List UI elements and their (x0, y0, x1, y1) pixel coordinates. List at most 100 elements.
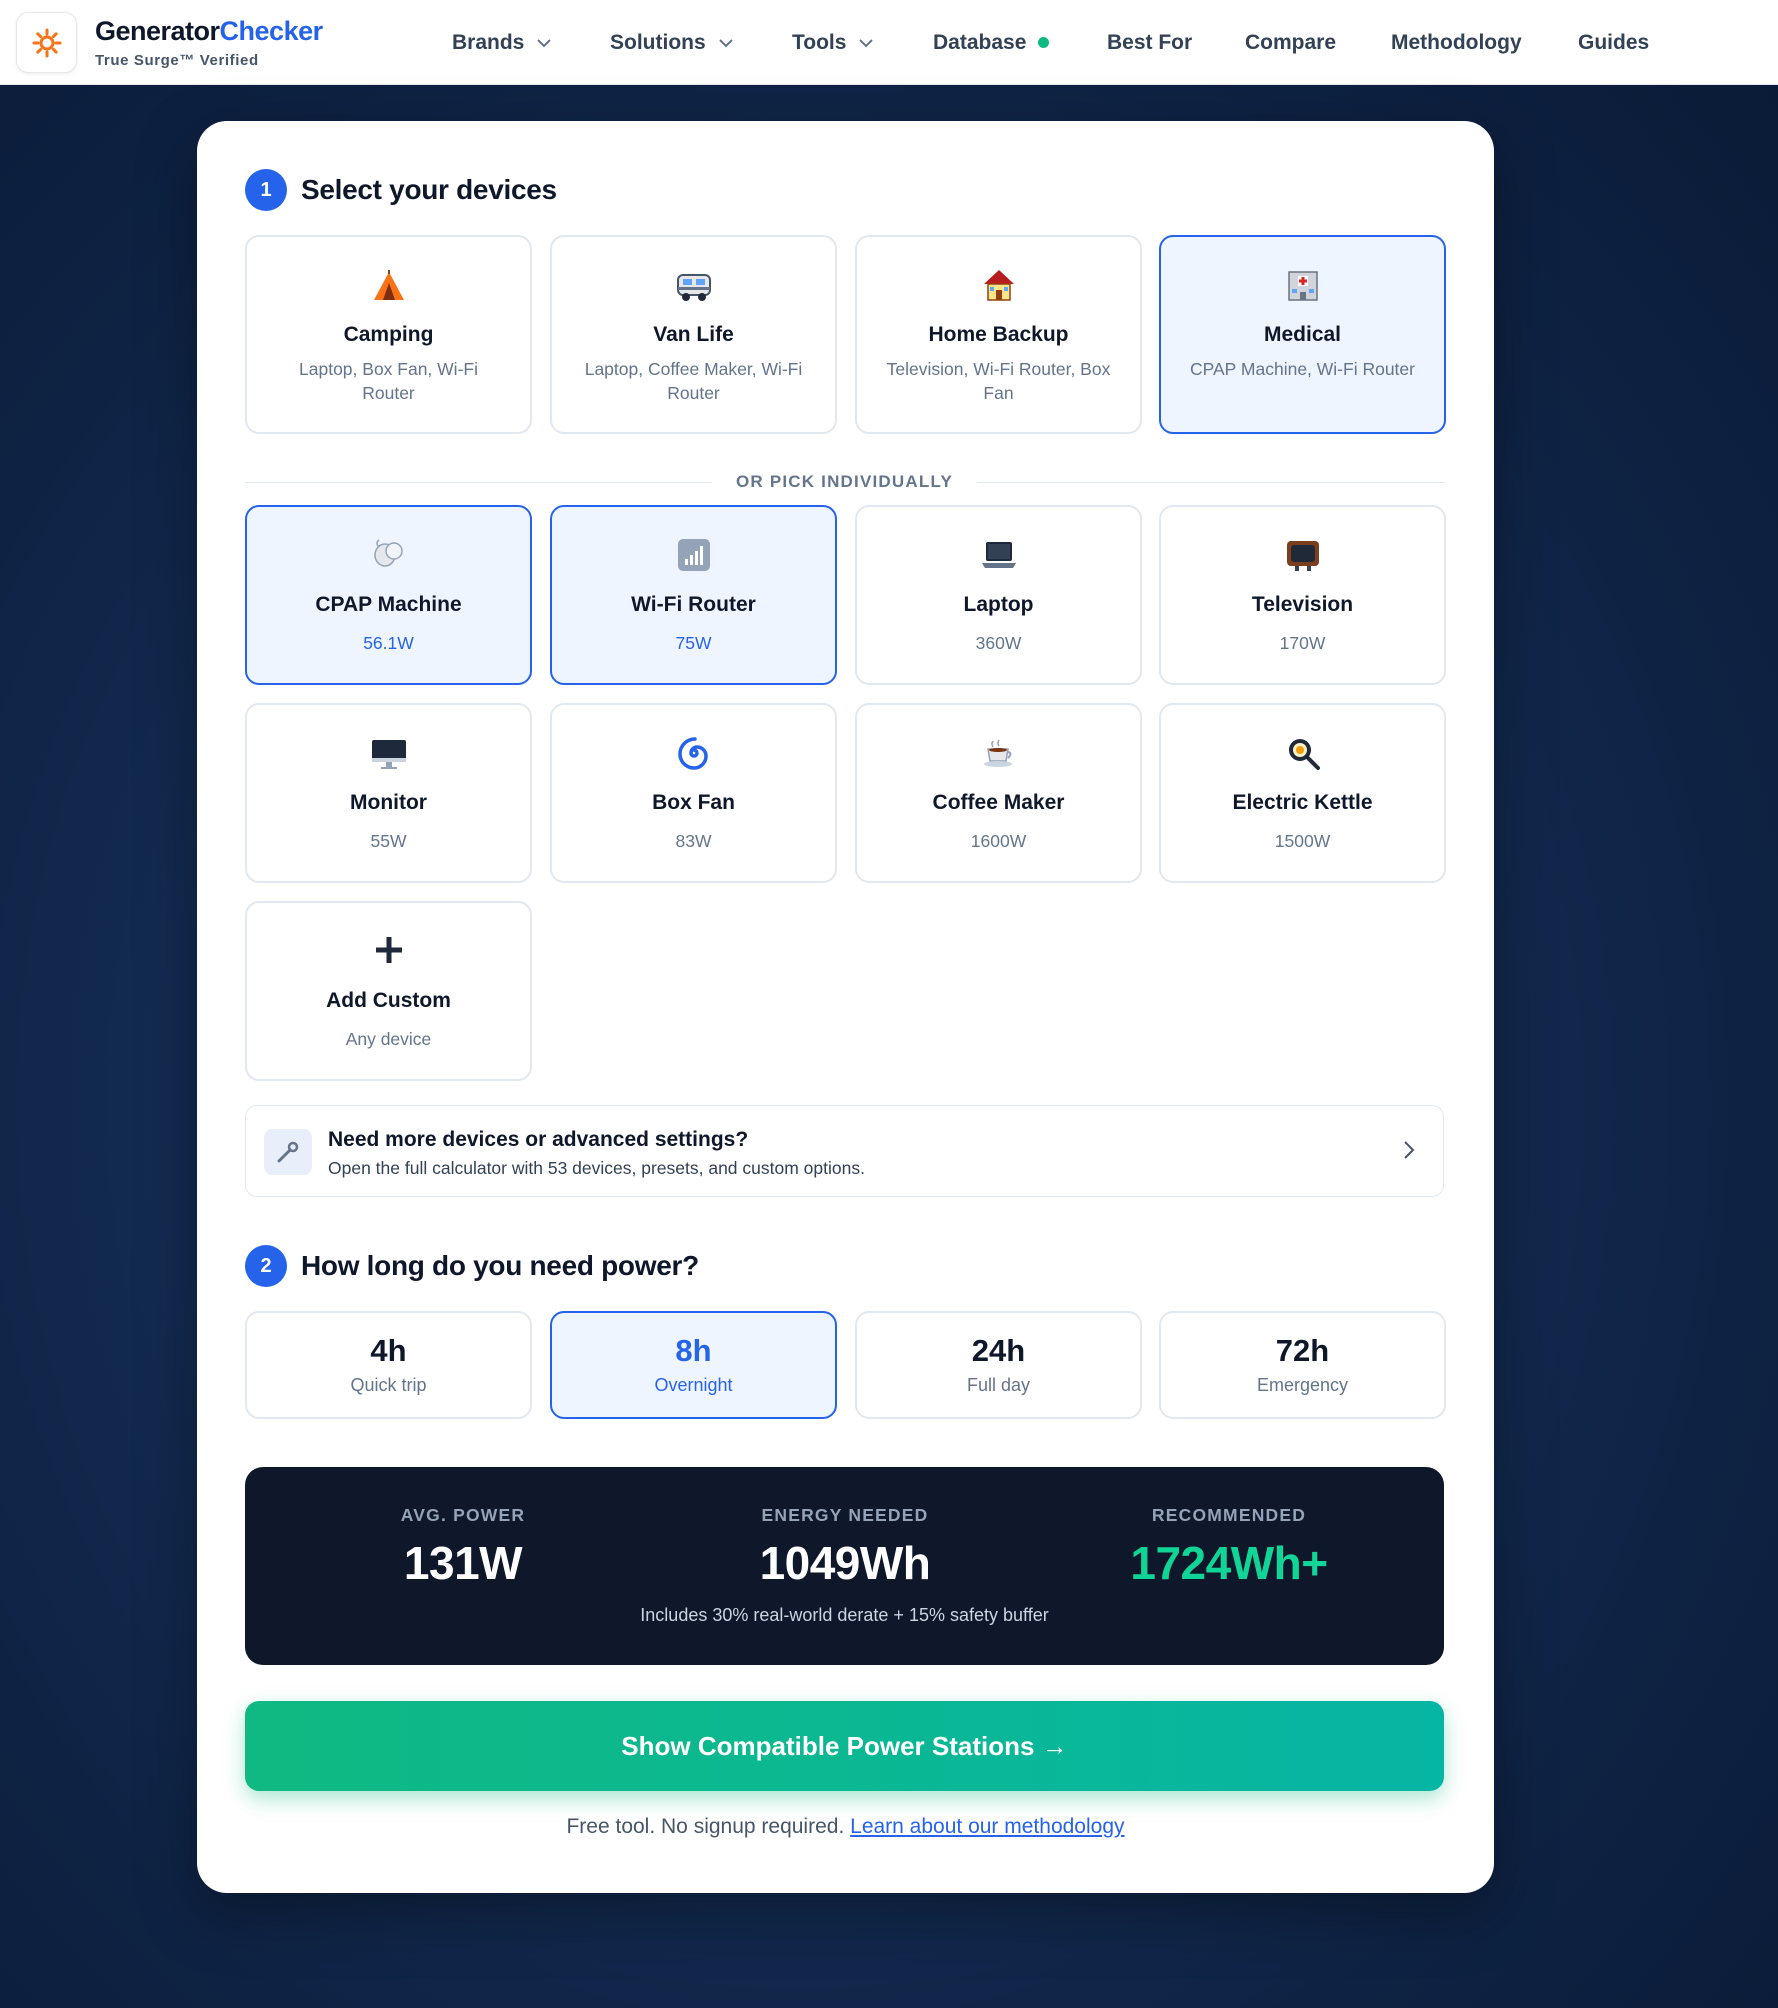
advanced-link-subtitle: Open the full calculator with 53 devices… (328, 1158, 865, 1178)
device-wifi-router[interactable]: Wi-Fi Router 75W (550, 505, 837, 685)
duration-label: Emergency (1256, 1375, 1349, 1395)
preset-devices: CPAP Machine, Wi-Fi Router (1190, 359, 1415, 379)
nav-tools[interactable]: Tools (792, 0, 874, 85)
device-cpap-machine[interactable]: CPAP Machine 56.1W (245, 505, 532, 685)
brand-name-part1: Generator (95, 16, 220, 46)
avg-power-value: 131W (403, 1537, 523, 1589)
device-name: Television (1251, 593, 1354, 616)
tent-icon (247, 269, 530, 303)
device-laptop[interactable]: Laptop 360W (855, 505, 1142, 685)
nav-tools-label: Tools (792, 30, 847, 54)
step-number-badge: 2 (245, 1245, 287, 1287)
device-subtitle: Any device (345, 1029, 432, 1049)
nav-database[interactable]: Database (933, 0, 1050, 85)
device-name: CPAP Machine (315, 593, 462, 616)
brand-name: GeneratorChecker (95, 14, 323, 48)
step2-header: 2 How long do you need power? (245, 1245, 699, 1287)
preset-devices: Laptop, Box Fan, Wi-Fi Router (299, 359, 478, 403)
house-icon (857, 267, 1140, 303)
van-icon (552, 271, 835, 303)
device-name: Add Custom (326, 989, 451, 1012)
duration-label: Quick trip (350, 1375, 427, 1395)
recommended-stat: RECOMMENDED 1724Wh+ (1049, 1505, 1409, 1590)
nav-guides[interactable]: Guides (1578, 0, 1649, 85)
results-panel: AVG. POWER 131W ENERGY NEEDED 1049Wh REC… (245, 1467, 1444, 1665)
step2-title: How long do you need power? (301, 1250, 699, 1281)
step1-title: Select your devices (301, 174, 557, 205)
device-watts: 75W (675, 633, 712, 653)
cpap-icon (247, 537, 530, 571)
footer-note: Free tool. No signup required. Learn abo… (197, 1815, 1494, 1839)
fan-icon (552, 735, 835, 771)
top-nav-bar: GeneratorChecker True Surge™ Verified Br… (0, 0, 1778, 85)
add-custom-device-button[interactable]: Add Custom Any device (245, 901, 532, 1081)
energy-needed-value: 1049Wh (759, 1537, 931, 1589)
plus-icon (247, 935, 530, 965)
device-name: Box Fan (652, 791, 735, 814)
device-television[interactable]: Television 170W (1159, 505, 1446, 685)
nav-solutions[interactable]: Solutions (610, 0, 734, 85)
wrench-icon (264, 1129, 312, 1175)
brand[interactable]: GeneratorChecker True Surge™ Verified (95, 14, 323, 69)
device-watts: 170W (1279, 633, 1326, 653)
device-coffee-maker[interactable]: Coffee Maker 1600W (855, 703, 1142, 883)
preset-camping[interactable]: Camping Laptop, Box Fan, Wi-Fi Router (245, 235, 532, 434)
preset-van-life[interactable]: Van Life Laptop, Coffee Maker, Wi-Fi Rou… (550, 235, 837, 434)
recommended-value: 1724Wh+ (1130, 1537, 1328, 1589)
avg-power-label: AVG. POWER (400, 1505, 526, 1525)
chevron-down-icon (858, 38, 874, 48)
chevron-right-icon (1403, 1140, 1415, 1165)
status-dot (1038, 37, 1050, 48)
device-name: Monitor (350, 791, 427, 814)
methodology-link[interactable]: Learn about our methodology (850, 1815, 1124, 1838)
device-watts: 83W (675, 831, 712, 851)
duration-value: 24h (971, 1333, 1026, 1368)
nav-guides-label: Guides (1578, 30, 1650, 54)
chevron-down-icon (536, 38, 552, 48)
nav-brands[interactable]: Brands (452, 0, 552, 85)
television-icon (1161, 537, 1444, 573)
device-watts: 55W (370, 831, 407, 851)
preset-medical[interactable]: Medical CPAP Machine, Wi-Fi Router (1159, 235, 1446, 434)
duration-24h[interactable]: 24h Full day (855, 1311, 1142, 1419)
show-power-stations-button[interactable]: Show Compatible Power Stations → (245, 1701, 1444, 1791)
nav-brands-label: Brands (452, 30, 525, 54)
logo[interactable] (16, 12, 77, 73)
nav-compare[interactable]: Compare (1245, 0, 1336, 85)
preset-name: Home Backup (928, 323, 1069, 346)
chevron-down-icon (718, 38, 734, 48)
brand-tagline: True Surge™ Verified (95, 52, 259, 69)
nav-best-for[interactable]: Best For (1107, 0, 1192, 85)
preset-home-backup[interactable]: Home Backup Television, Wi-Fi Router, Bo… (855, 235, 1142, 434)
duration-value: 4h (370, 1333, 407, 1368)
nav-database-label: Database (933, 30, 1027, 54)
duration-8h[interactable]: 8h Overnight (550, 1311, 837, 1419)
device-watts: 56.1W (363, 633, 414, 653)
device-electric-kettle[interactable]: Electric Kettle 1500W (1159, 703, 1446, 883)
step1-header: 1 Select your devices (245, 169, 557, 211)
device-monitor[interactable]: Monitor 55W (245, 703, 532, 883)
nav-methodology[interactable]: Methodology (1391, 0, 1522, 85)
preset-name: Camping (343, 323, 434, 346)
duration-72h[interactable]: 72h Emergency (1159, 1311, 1446, 1419)
monitor-icon (247, 737, 530, 771)
device-name: Laptop (963, 593, 1034, 616)
hospital-icon (1161, 267, 1444, 303)
duration-value: 72h (1275, 1333, 1330, 1368)
nav-methodology-label: Methodology (1391, 30, 1522, 54)
device-watts: 1500W (1274, 831, 1331, 851)
sun-gear-icon (32, 28, 61, 57)
coffee-icon (857, 737, 1140, 769)
preset-devices: Laptop, Coffee Maker, Wi-Fi Router (584, 359, 803, 403)
avg-power-stat: AVG. POWER 131W (283, 1505, 643, 1590)
nav-solutions-label: Solutions (610, 30, 706, 54)
advanced-calculator-link[interactable]: Need more devices or advanced settings? … (245, 1105, 1444, 1197)
duration-4h[interactable]: 4h Quick trip (245, 1311, 532, 1419)
section-divider: OR PICK INDIVIDUALLY (245, 468, 1445, 496)
device-watts: 360W (975, 633, 1022, 653)
device-box-fan[interactable]: Box Fan 83W (550, 703, 837, 883)
step-number-badge: 1 (245, 169, 287, 211)
device-name: Wi-Fi Router (631, 593, 756, 616)
energy-needed-stat: ENERGY NEEDED 1049Wh (665, 1505, 1025, 1590)
recommended-label: RECOMMENDED (1151, 1505, 1307, 1525)
